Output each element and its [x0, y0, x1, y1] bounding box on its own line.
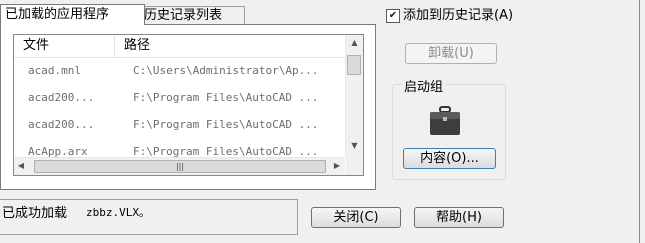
list-item[interactable]: AcApp.arx F:\Program Files\AutoCAD ...: [14, 139, 345, 159]
checkbox-check-icon[interactable]: ✔: [386, 9, 400, 23]
list-item-path: F:\Program Files\AutoCAD ...: [133, 145, 319, 158]
help-button[interactable]: 帮助(H): [414, 207, 504, 228]
list-item-file: AcApp.arx: [28, 145, 88, 158]
list-body: acad.mnl C:\Users\Administrator\Ap... ac…: [14, 58, 345, 159]
column-header-file[interactable]: 文件: [14, 35, 115, 57]
list-item-file: acad200...: [28, 91, 95, 104]
list-item-path: C:\Users\Administrator\Ap...: [133, 64, 319, 77]
window-edge-divider: [639, 0, 640, 243]
horizontal-scrollbar[interactable]: ◀ ||| ▶: [14, 157, 345, 175]
scroll-down-icon[interactable]: ▼: [346, 141, 363, 150]
vertical-scroll-thumb[interactable]: [347, 55, 361, 75]
scroll-right-icon[interactable]: ▶: [330, 161, 344, 170]
tab-loaded-applications[interactable]: 已加载的应用程序: [0, 4, 145, 25]
status-file: zbbz.VLX。: [86, 206, 150, 219]
column-header-path[interactable]: 路径: [115, 35, 345, 57]
tab-history-list[interactable]: 历史记录列表: [139, 6, 245, 25]
startup-group-title: 启动组: [402, 76, 446, 95]
scroll-corner: [346, 158, 363, 175]
scroll-left-icon[interactable]: ◀: [14, 161, 28, 170]
briefcase-icon[interactable]: [427, 103, 463, 139]
scroll-up-icon[interactable]: ▲: [346, 38, 363, 47]
close-button[interactable]: 关闭(C): [311, 207, 401, 228]
loaded-apps-panel: 文件 路径 acad.mnl C:\Users\Administrator\Ap…: [0, 24, 376, 190]
list-item-file: acad200...: [28, 118, 95, 131]
add-to-history-label: 添加到历史记录(A): [403, 8, 514, 23]
status-label: 已成功加载: [2, 206, 68, 221]
list-item[interactable]: acad.mnl C:\Users\Administrator\Ap...: [14, 58, 345, 84]
list-item-path: F:\Program Files\AutoCAD ...: [133, 91, 319, 104]
contents-button[interactable]: 内容(O)...: [403, 148, 496, 169]
list-item[interactable]: acad200... F:\Program Files\AutoCAD ...: [14, 85, 345, 111]
loaded-apps-list[interactable]: 文件 路径 acad.mnl C:\Users\Administrator\Ap…: [13, 34, 364, 176]
unload-button[interactable]: 卸载(U): [405, 43, 497, 64]
list-item[interactable]: acad200... F:\Program Files\AutoCAD ...: [14, 112, 345, 138]
vertical-scrollbar[interactable]: ▲ ▼: [345, 35, 363, 158]
list-item-path: F:\Program Files\AutoCAD ...: [133, 118, 319, 131]
horizontal-scroll-thumb[interactable]: |||: [34, 160, 326, 173]
status-field: 已成功加载 zbbz.VLX。: [0, 199, 298, 235]
list-item-file: acad.mnl: [28, 64, 81, 77]
list-header: 文件 路径: [14, 35, 345, 58]
